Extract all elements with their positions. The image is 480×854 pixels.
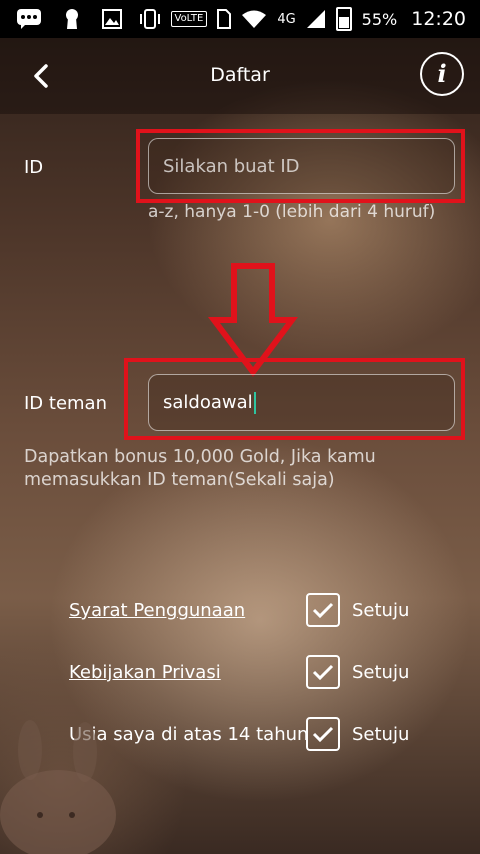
privacy-link[interactable]: Kebijakan Privasi — [69, 662, 221, 683]
age-checkbox[interactable] — [306, 717, 340, 751]
top-bar: Daftar i — [0, 38, 480, 114]
friend-id-hint-line2: memasukkan ID teman(Sekali saja) — [24, 470, 335, 490]
battery-icon — [335, 7, 352, 31]
age-agree-label: Setuju — [352, 724, 410, 745]
terms-link[interactable]: Syarat Penggunaan — [69, 600, 245, 621]
highlight-box-friend-id — [124, 358, 465, 440]
signal-icon — [306, 10, 325, 28]
keyhole-icon — [66, 9, 78, 29]
battery-percent: 55% — [361, 9, 398, 29]
page-title: Daftar — [210, 64, 270, 86]
friend-id-hint: Dapatkan bonus 10,000 Gold, Jika kamu me… — [24, 446, 376, 492]
terms-agree-label: Setuju — [352, 600, 410, 621]
privacy-agree-label: Setuju — [352, 662, 410, 683]
system-icons: VoLTE 4G 55% 12:20 — [139, 0, 466, 38]
id-hint: a-z, hanya 1-0 (lebih dari 4 huruf) — [148, 202, 436, 222]
privacy-checkbox[interactable] — [306, 655, 340, 689]
highlight-box-id — [136, 129, 465, 203]
id-label: ID — [24, 157, 44, 178]
check-icon — [312, 726, 334, 743]
friend-id-label: ID teman — [24, 393, 107, 414]
chat-icon — [17, 9, 41, 29]
volte-badge: VoLTE — [170, 11, 208, 27]
bunny-decoration — [0, 720, 116, 854]
terms-checkbox[interactable] — [306, 593, 340, 627]
sim-icon — [217, 9, 232, 29]
vibrate-icon — [139, 9, 160, 29]
status-bar: VoLTE 4G 55% 12:20 — [0, 0, 480, 38]
check-icon — [312, 602, 334, 619]
wifi-icon — [242, 10, 267, 28]
clock: 12:20 — [411, 8, 466, 30]
friend-id-hint-line1: Dapatkan bonus 10,000 Gold, Jika kamu — [24, 447, 376, 467]
network-type: 4G — [277, 11, 296, 27]
info-icon[interactable]: i — [420, 52, 464, 96]
notification-icons — [16, 8, 122, 30]
check-icon — [312, 664, 334, 681]
image-icon — [102, 9, 122, 29]
